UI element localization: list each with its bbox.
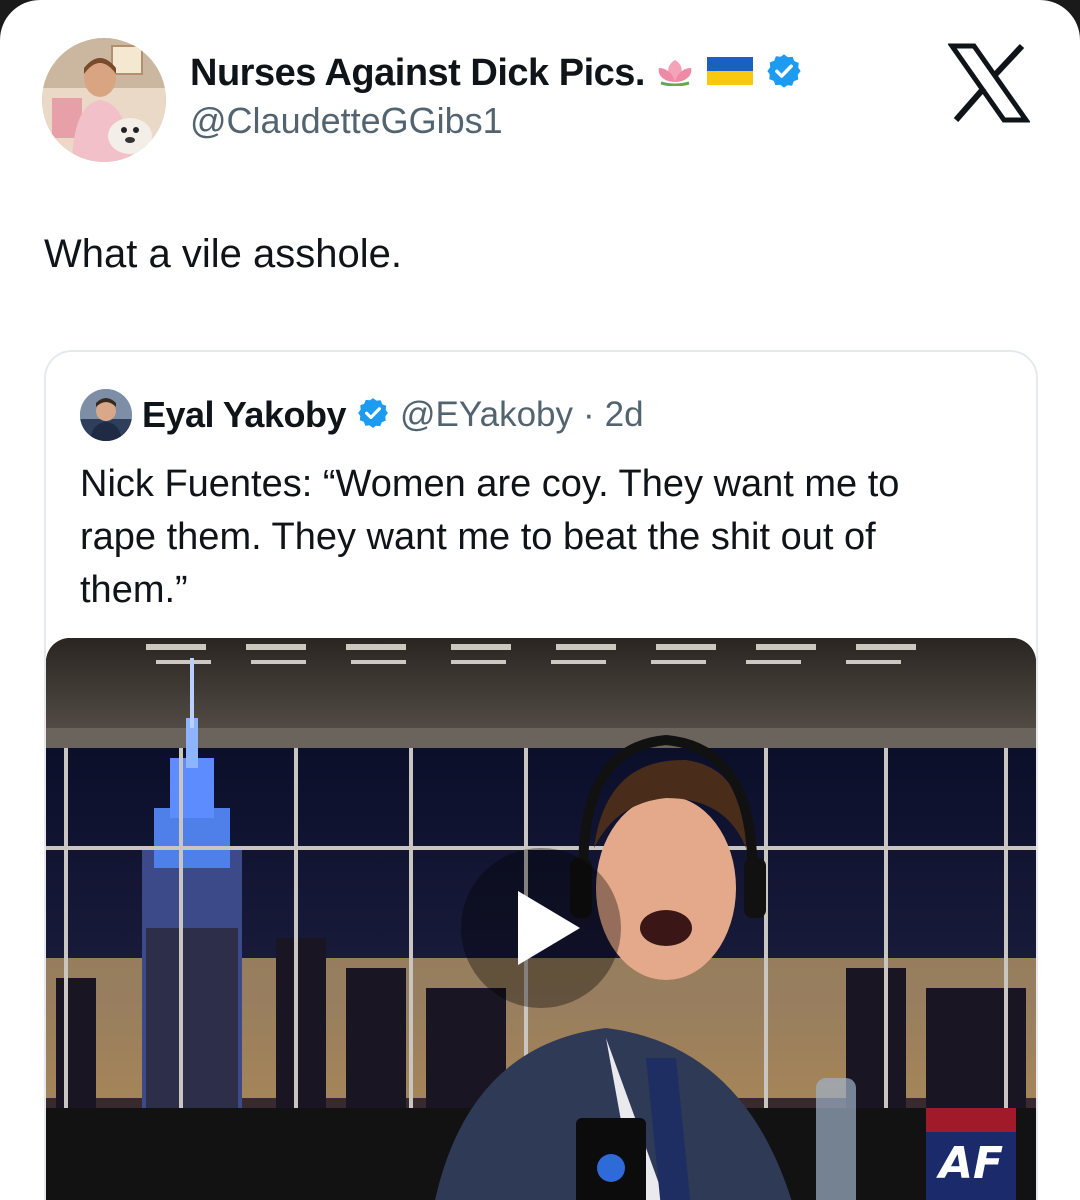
author-avatar-image <box>42 38 166 162</box>
quoted-avatar-image <box>80 389 132 441</box>
tweet-card: Nurses Against Dick Pics. @ClaudetteGGib… <box>0 0 1080 1200</box>
author-display-name[interactable]: Nurses Against Dick Pics. <box>190 52 645 95</box>
ukraine-flag-emoji <box>705 55 755 92</box>
quoted-separator: · <box>583 395 595 434</box>
lotus-emoji <box>655 56 695 91</box>
verified-badge-icon <box>765 52 803 95</box>
quoted-text: Nick Fuentes: “Women are coy. They want … <box>80 458 1010 617</box>
author-avatar[interactable] <box>42 38 166 162</box>
quoted-text-line: them.” <box>80 569 188 611</box>
x-logo-icon[interactable] <box>947 42 1031 124</box>
play-icon[interactable] <box>456 843 626 1013</box>
tweet-text: What a vile asshole. <box>44 232 402 276</box>
author-name-row: Nurses Against Dick Pics. <box>190 48 803 98</box>
quoted-tweet[interactable]: Eyal Yakoby @EYakoby · 2d Nick Fuentes: … <box>44 350 1038 1200</box>
verified-badge-icon <box>356 396 390 435</box>
quoted-header: Eyal Yakoby @EYakoby · 2d <box>80 389 644 441</box>
quoted-text-line: rape them. They want me to beat the shit… <box>80 516 876 558</box>
video-thumbnail[interactable]: AF <box>46 638 1036 1200</box>
quoted-time[interactable]: 2d <box>605 395 644 435</box>
quoted-display-name[interactable]: Eyal Yakoby <box>142 394 346 436</box>
quoted-text-line: Nick Fuentes: “Women are coy. They want … <box>80 463 900 505</box>
quoted-avatar[interactable] <box>80 389 132 441</box>
author-handle[interactable]: @ClaudetteGGibs1 <box>190 100 503 142</box>
channel-logo: AF <box>939 1138 1004 1189</box>
quoted-handle[interactable]: @EYakoby <box>400 395 573 435</box>
